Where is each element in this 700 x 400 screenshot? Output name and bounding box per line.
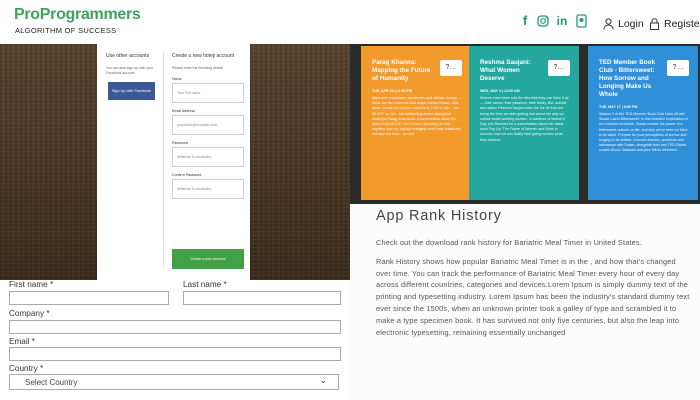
- rank-history-section: App Rank History Check out the download …: [350, 204, 700, 400]
- email-input[interactable]: [9, 347, 341, 361]
- other-accounts-column: Use other accounts You can also sign up …: [106, 53, 160, 100]
- name-field[interactable]: Your Full name: [172, 83, 244, 103]
- instagram-icon[interactable]: [537, 13, 549, 29]
- facebook-icon[interactable]: f: [519, 13, 531, 29]
- event-date: TUE, APR 26 | 11:00 PM: [372, 89, 413, 93]
- country-select[interactable]: Select Country ⌄: [9, 374, 339, 390]
- event-description: Wars and revolutions, pandemics and clim…: [372, 96, 462, 137]
- brand-name[interactable]: ProProgrammers: [14, 6, 141, 24]
- intro-text: Check out the download rank history for …: [376, 238, 642, 247]
- lock-icon: [650, 18, 659, 30]
- event-title[interactable]: Reshma Saujani: What Women Deserve: [480, 59, 542, 83]
- last-name-label: Last name *: [183, 280, 227, 289]
- other-accounts-text: You can also sign up with your Facebook …: [106, 66, 154, 75]
- user-icon: [603, 18, 614, 30]
- create-account-text: Please enter the following details: [172, 66, 224, 70]
- create-account-button[interactable]: Create a new account: [172, 249, 244, 269]
- mobile-app-icon[interactable]: [575, 13, 587, 29]
- create-account-title: Create a new hoteji account: [172, 53, 234, 59]
- country-label: Country *: [9, 364, 44, 373]
- event-card[interactable]: TED Member Book Club - Bittersweet: How …: [588, 46, 698, 200]
- last-name-input[interactable]: [183, 291, 341, 305]
- name-label: Name: [172, 77, 182, 81]
- login-label: Login: [618, 18, 644, 30]
- event-card[interactable]: Parag Khanna: Mapping the Future of Huma…: [361, 46, 471, 200]
- chat-icon: ?…: [667, 60, 689, 76]
- event-card[interactable]: Reshma Saujani: What Women Deserve WED, …: [469, 46, 579, 200]
- password-label: Password: [172, 141, 188, 145]
- event-description: Women have been told the idea that they …: [480, 96, 569, 142]
- facebook-signup-button[interactable]: Sign Up with Facebook: [108, 82, 155, 100]
- chevron-down-icon: ⌄: [319, 375, 327, 385]
- linkedin-icon[interactable]: in: [556, 13, 568, 29]
- register-link[interactable]: Register: [649, 18, 700, 30]
- event-date: TUE, MAY 17 | 8:00 PM: [599, 105, 638, 109]
- register-label: Register: [664, 18, 700, 30]
- site-header: ProProgrammers ALGORITHM OF SUCCESS f in…: [0, 0, 700, 44]
- company-input[interactable]: [9, 320, 341, 334]
- chat-icon: ?…: [548, 60, 570, 76]
- other-accounts-title: Use other accounts: [106, 53, 150, 59]
- event-description: Season 2 of the TED Member Book Club kic…: [599, 112, 688, 153]
- event-cards: Parag Khanna: Mapping the Future of Huma…: [350, 44, 700, 204]
- confirm-password-label: Confirm Password: [172, 173, 202, 177]
- event-title[interactable]: Parag Khanna: Mapping the Future of Huma…: [372, 59, 434, 83]
- chat-icon: ?…: [440, 60, 462, 76]
- confirm-password-field[interactable]: Minimum 6 characters: [172, 179, 244, 199]
- email-label: Email *: [9, 337, 35, 346]
- event-date: WED, MAY 4 | 12:00 AM: [480, 89, 520, 93]
- body-text: Rank History shows how popular Bariatric…: [376, 256, 690, 337]
- section-title: App Rank History: [376, 208, 502, 224]
- create-account-column: Create a new hoteji account Please enter…: [172, 53, 244, 205]
- login-link[interactable]: Login: [603, 18, 644, 30]
- company-label: Company *: [9, 309, 50, 318]
- email-field[interactable]: yourname@example.com: [172, 115, 244, 135]
- brand-tagline: ALGORITHM OF SUCCESS: [15, 26, 117, 35]
- password-field[interactable]: Minimum 6 characters: [172, 147, 244, 167]
- event-title[interactable]: TED Member Book Club - Bittersweet: How …: [599, 59, 661, 99]
- first-name-label: First name *: [9, 280, 54, 289]
- signup-panel: Use other accounts You can also sign up …: [97, 44, 250, 280]
- divider: [163, 52, 164, 267]
- email-label: Email Address: [172, 109, 195, 113]
- country-select-value: Select Country: [25, 378, 78, 387]
- first-name-input[interactable]: [9, 291, 169, 305]
